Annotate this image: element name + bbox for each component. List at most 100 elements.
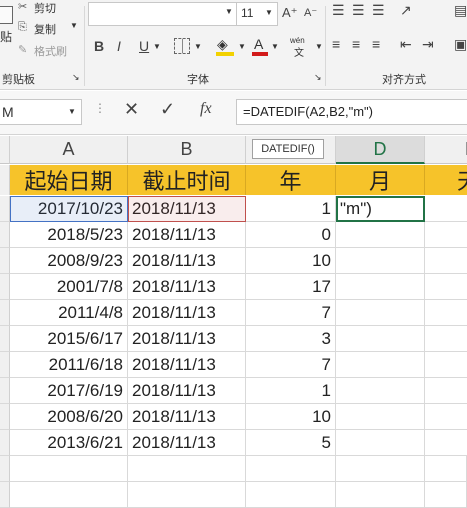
cell-e[interactable] xyxy=(425,404,467,430)
cell-c[interactable]: 3 xyxy=(246,326,336,352)
copy-button[interactable]: ⎘ 复制 ▼ xyxy=(18,20,80,38)
align-middle-icon[interactable]: ☰ xyxy=(352,2,365,19)
cell-c[interactable]: 10 xyxy=(246,248,336,274)
empty-cell[interactable] xyxy=(246,482,336,508)
column-header-a[interactable]: A xyxy=(10,136,128,164)
row-header[interactable] xyxy=(0,274,10,300)
empty-cell[interactable] xyxy=(425,456,467,482)
empty-cell[interactable] xyxy=(336,456,425,482)
empty-cell[interactable] xyxy=(425,482,467,508)
cell-a[interactable]: 2011/4/8 xyxy=(10,300,128,326)
cell-d[interactable] xyxy=(336,430,425,456)
row-header[interactable] xyxy=(0,352,10,378)
cell-b[interactable]: 2018/11/13 xyxy=(128,326,246,352)
cell-a[interactable]: 2018/5/23 xyxy=(10,222,128,248)
cell-d[interactable] xyxy=(336,378,425,404)
increase-indent-icon[interactable]: ⇥ xyxy=(422,36,434,53)
cell-e[interactable] xyxy=(425,222,467,248)
header-cell-days[interactable]: 天 xyxy=(425,165,467,195)
font-name-dropdown[interactable]: ▼ xyxy=(88,2,237,26)
empty-cell[interactable] xyxy=(128,456,246,482)
align-center-icon[interactable]: ≡ xyxy=(352,36,360,52)
font-launcher-icon[interactable]: ↘ xyxy=(314,72,322,83)
row-header[interactable] xyxy=(0,326,10,352)
underline-dropdown-icon[interactable]: ▼ xyxy=(153,42,161,51)
cell-c[interactable]: 7 xyxy=(246,352,336,378)
cell-a[interactable]: 2008/6/20 xyxy=(10,404,128,430)
cell-c[interactable]: 1 xyxy=(246,378,336,404)
row-header[interactable] xyxy=(0,222,10,248)
font-color-dropdown-icon[interactable]: ▼ xyxy=(271,42,279,51)
align-bottom-icon[interactable]: ☰ xyxy=(372,2,385,19)
cell-e[interactable] xyxy=(425,300,467,326)
cell-e[interactable] xyxy=(425,378,467,404)
orientation-icon[interactable]: ↗ xyxy=(400,2,412,19)
enter-icon[interactable]: ✓ xyxy=(160,99,175,120)
border-dropdown-icon[interactable]: ▼ xyxy=(194,42,202,51)
column-header-d[interactable]: D xyxy=(336,136,425,164)
empty-cell[interactable] xyxy=(128,482,246,508)
empty-cell[interactable] xyxy=(246,456,336,482)
header-cell-start-date[interactable]: 起始日期 xyxy=(10,165,128,195)
align-left-icon[interactable]: ≡ xyxy=(332,36,340,52)
cell-d[interactable] xyxy=(336,404,425,430)
increase-font-button[interactable]: A⁺ xyxy=(282,5,298,21)
empty-cell[interactable] xyxy=(10,456,128,482)
select-all-corner[interactable] xyxy=(0,136,10,164)
cell-e[interactable] xyxy=(425,326,467,352)
row-header[interactable] xyxy=(0,430,10,456)
cut-button[interactable]: ✂ 剪切 xyxy=(18,0,73,16)
fill-color-button[interactable]: ◈ xyxy=(216,36,234,56)
row-header[interactable] xyxy=(0,404,10,430)
cell-b[interactable]: 2018/11/13 xyxy=(128,300,246,326)
cell-b[interactable]: 2018/11/13 xyxy=(128,352,246,378)
cell-c[interactable]: 10 xyxy=(246,404,336,430)
cell-d[interactable] xyxy=(336,248,425,274)
header-cell-years[interactable]: 年 xyxy=(246,165,336,195)
wrap-text-icon[interactable]: ▤ xyxy=(454,2,467,19)
cell-c[interactable]: 1 xyxy=(246,196,336,222)
cell-e[interactable] xyxy=(425,196,467,222)
name-box[interactable]: M ▼ xyxy=(0,99,82,125)
border-button[interactable] xyxy=(174,38,190,54)
format-painter-button[interactable]: ✎ 格式刷 xyxy=(18,42,80,60)
cell-d[interactable] xyxy=(336,352,425,378)
bold-button[interactable]: B xyxy=(94,38,104,54)
cell-c[interactable]: 5 xyxy=(246,430,336,456)
cell-d[interactable] xyxy=(336,222,425,248)
cell-b[interactable]: 2018/11/13 xyxy=(128,274,246,300)
row-header[interactable] xyxy=(0,378,10,404)
cell-b[interactable]: 2018/11/13 xyxy=(128,378,246,404)
cell-b[interactable]: 2018/11/13 xyxy=(128,222,246,248)
clipboard-launcher-icon[interactable]: ↘ xyxy=(72,72,80,83)
cell-c[interactable]: 0 xyxy=(246,222,336,248)
cell-a[interactable]: 2015/6/17 xyxy=(10,326,128,352)
align-top-icon[interactable]: ☰ xyxy=(332,2,345,19)
cell-c[interactable]: 17 xyxy=(246,274,336,300)
font-color-button[interactable]: A xyxy=(252,36,268,56)
cell-e[interactable] xyxy=(425,430,467,456)
decrease-indent-icon[interactable]: ⇤ xyxy=(400,36,412,53)
cell-e[interactable] xyxy=(425,352,467,378)
fill-dropdown-icon[interactable]: ▼ xyxy=(238,42,246,51)
cell-e[interactable] xyxy=(425,248,467,274)
cancel-icon[interactable]: ✕ xyxy=(124,99,139,120)
row-header[interactable] xyxy=(0,248,10,274)
cell-b[interactable]: 2018/11/13 xyxy=(128,404,246,430)
underline-button[interactable]: U xyxy=(139,38,149,54)
cell-b[interactable]: 2018/11/13 xyxy=(128,430,246,456)
font-size-dropdown[interactable]: 11 ▼ xyxy=(236,2,278,26)
insert-function-icon[interactable]: fx xyxy=(200,100,212,118)
row-header-1[interactable] xyxy=(0,165,10,195)
formula-input[interactable]: =DATEDIF(A2,B2,"m") xyxy=(236,99,467,125)
cell-a[interactable]: 2017/6/19 xyxy=(10,378,128,404)
row-header[interactable] xyxy=(0,300,10,326)
header-cell-end-date[interactable]: 截止时间 xyxy=(128,165,246,195)
decrease-font-button[interactable]: A⁻ xyxy=(304,6,317,19)
row-header[interactable] xyxy=(0,196,10,222)
cell-a[interactable]: 2008/9/23 xyxy=(10,248,128,274)
cell-d[interactable] xyxy=(336,326,425,352)
cell-a[interactable]: 2013/6/21 xyxy=(10,430,128,456)
empty-cell[interactable] xyxy=(10,482,128,508)
phonetic-button[interactable]: wén 文 xyxy=(290,36,314,59)
